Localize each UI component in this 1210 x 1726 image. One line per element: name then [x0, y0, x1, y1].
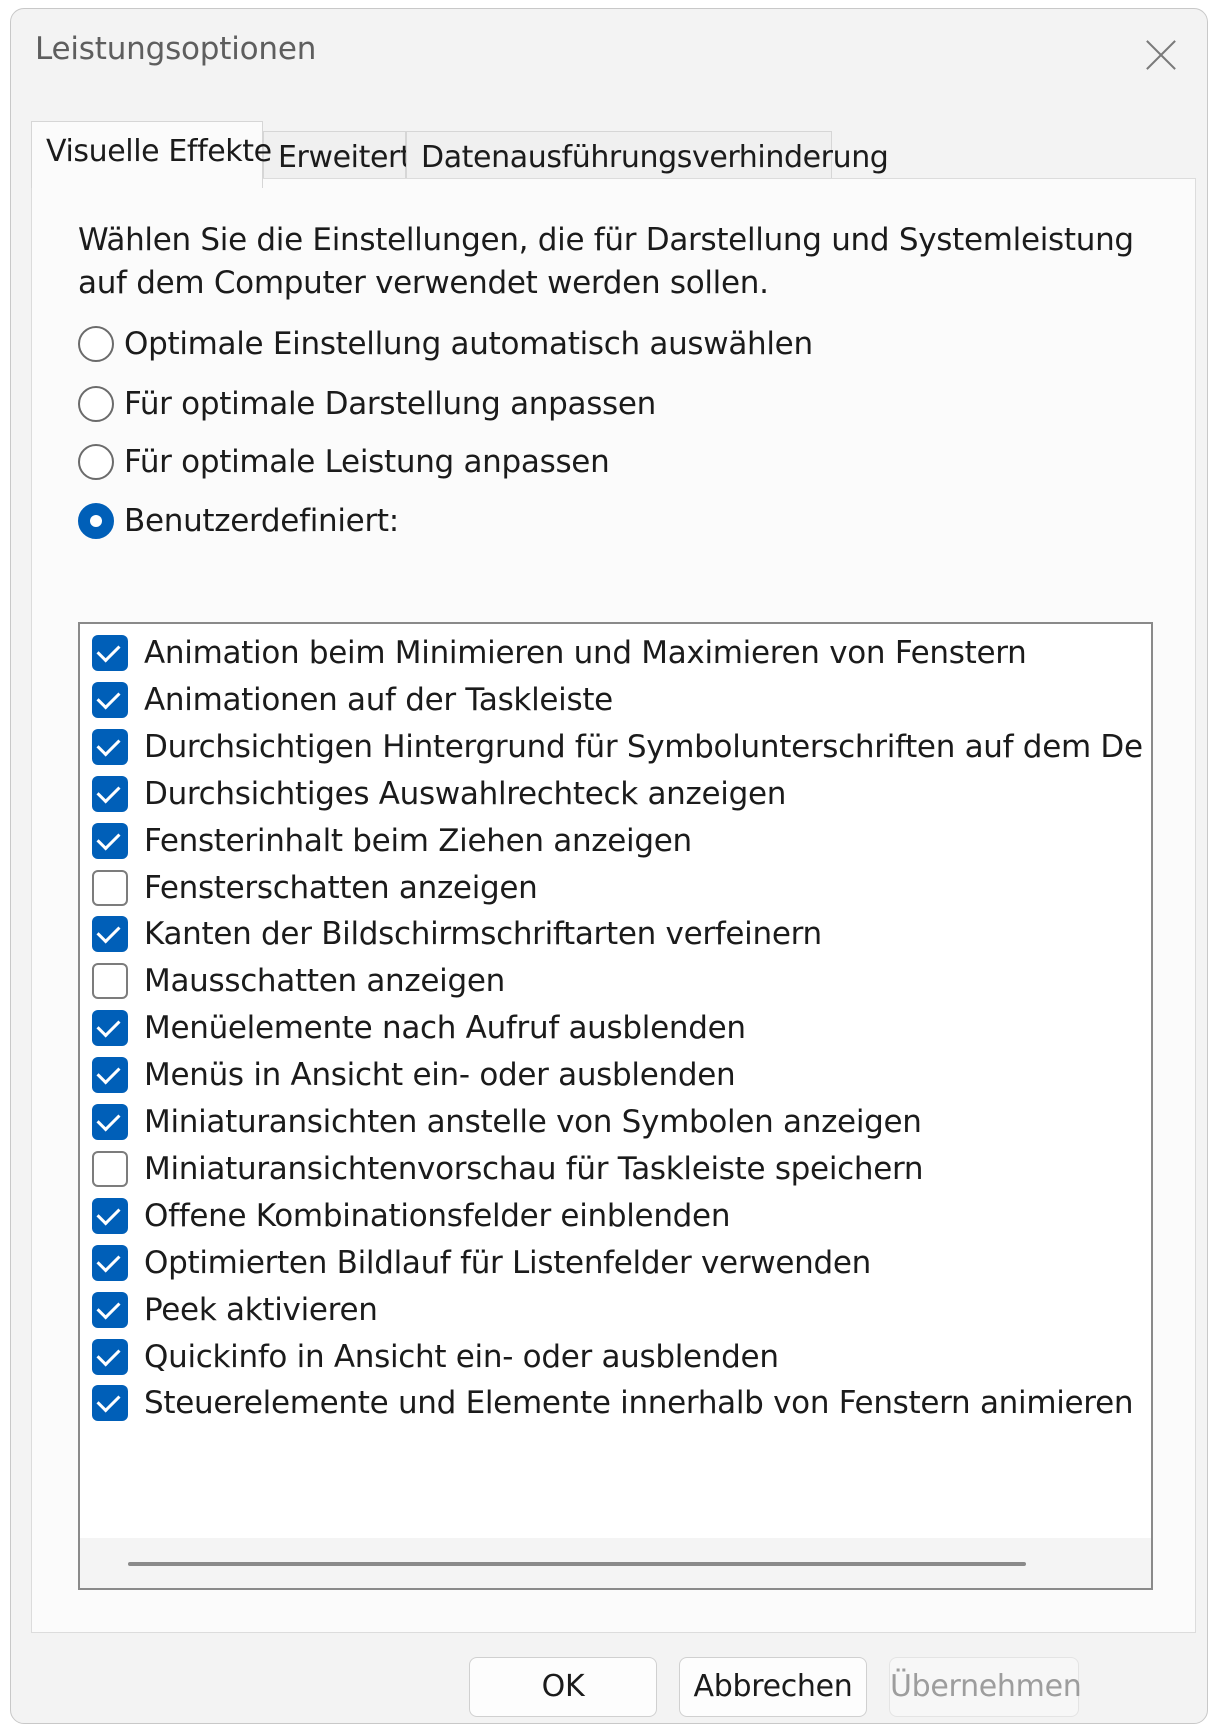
effect-item[interactable]: Miniaturansichten anstelle von Symbolen … [92, 1099, 922, 1145]
effect-item[interactable]: Kanten der Bildschirmschriftarten verfei… [92, 911, 822, 957]
effect-label: Offene Kombinationsfelder einblenden [144, 1197, 731, 1234]
effect-label: Kanten der Bildschirmschriftarten verfei… [144, 916, 822, 953]
radio-label: Für optimale Leistung anpassen [124, 444, 610, 480]
effect-item[interactable]: Fensterinhalt beim Ziehen anzeigen [92, 818, 692, 864]
radio-button[interactable] [78, 386, 114, 422]
effect-item[interactable]: Menüs in Ansicht ein- oder ausblenden [92, 1052, 736, 1098]
checkbox-unchecked[interactable] [92, 1150, 128, 1187]
radio-auto[interactable]: Optimale Einstellung automatisch auswähl… [78, 322, 813, 366]
effect-item[interactable]: Quickinfo in Ansicht ein- oder ausblende… [92, 1334, 779, 1380]
radio-custom[interactable]: Benutzerdefiniert: [78, 499, 399, 543]
close-icon[interactable] [1141, 35, 1181, 75]
checkbox-checked[interactable] [92, 728, 128, 765]
effect-item[interactable]: Animation beim Minimieren und Maximieren… [92, 630, 1027, 676]
performance-options-dialog: Leistungsoptionen Visuelle Effekte Erwei… [10, 8, 1208, 1724]
apply-button[interactable]: Übernehmen [889, 1657, 1082, 1717]
effect-label: Menüelemente nach Aufruf ausblenden [144, 1010, 746, 1047]
effect-item[interactable]: Durchsichtiges Auswahlrechteck anzeigen [92, 771, 786, 817]
checkbox-checked[interactable] [92, 1291, 128, 1328]
effect-label: Fensterinhalt beim Ziehen anzeigen [144, 822, 692, 859]
effect-label: Optimierten Bildlauf für Listenfelder ve… [144, 1244, 871, 1281]
window-title: Leistungsoptionen [35, 31, 317, 67]
effect-item[interactable]: Miniaturansichtenvorschau für Taskleiste… [92, 1146, 924, 1192]
effect-label: Quickinfo in Ansicht ein- oder ausblende… [144, 1338, 779, 1375]
checkbox-checked[interactable] [92, 1057, 128, 1094]
checkbox-checked[interactable] [92, 635, 128, 671]
checkbox-checked[interactable] [92, 681, 128, 718]
checkbox-checked[interactable] [92, 822, 128, 859]
checkbox-checked[interactable] [92, 916, 128, 953]
radio-best-appearance[interactable]: Für optimale Darstellung anpassen [78, 382, 656, 426]
radio-best-performance[interactable]: Für optimale Leistung anpassen [78, 440, 610, 484]
radio-label: Benutzerdefiniert: [124, 503, 399, 539]
radio-label: Optimale Einstellung automatisch auswähl… [124, 326, 813, 362]
effect-label: Animation beim Minimieren und Maximieren… [144, 635, 1027, 671]
effect-item[interactable]: Peek aktivieren [92, 1287, 378, 1333]
scrollbar-thumb[interactable] [128, 1562, 1026, 1566]
horizontal-scrollbar[interactable] [80, 1538, 1151, 1588]
effect-label: Fensterschatten anzeigen [144, 869, 538, 906]
description-text: Wählen Sie die Einstellungen, die für Da… [78, 222, 1134, 301]
effect-item[interactable]: Optimierten Bildlauf für Listenfelder ve… [92, 1240, 871, 1286]
effect-label: Steuerelemente und Elemente innerhalb vo… [144, 1385, 1134, 1422]
radio-button[interactable] [78, 444, 114, 480]
effect-item[interactable]: Durchsichtigen Hintergrund für Symbolunt… [92, 724, 1143, 770]
effect-item[interactable]: Fensterschatten anzeigen [92, 865, 538, 911]
effect-item[interactable]: Mausschatten anzeigen [92, 958, 505, 1004]
effect-item[interactable]: Offene Kombinationsfelder einblenden [92, 1193, 730, 1239]
effect-label: Peek aktivieren [144, 1291, 378, 1328]
checkbox-checked[interactable] [92, 1385, 128, 1422]
effect-label: Miniaturansichten anstelle von Symbolen … [144, 1104, 922, 1140]
effect-item[interactable]: Steuerelemente und Elemente innerhalb vo… [92, 1380, 1133, 1426]
effect-label: Menüs in Ansicht ein- oder ausblenden [144, 1057, 736, 1094]
checkbox-unchecked[interactable] [92, 963, 128, 1000]
cancel-button[interactable]: Abbrechen [679, 1657, 867, 1717]
effect-label: Miniaturansichtenvorschau für Taskleiste… [144, 1150, 924, 1187]
ok-button[interactable]: OK [469, 1657, 657, 1717]
checkbox-checked[interactable] [92, 775, 128, 812]
checkbox-checked[interactable] [92, 1010, 128, 1047]
effect-item[interactable]: Menüelemente nach Aufruf ausblenden [92, 1005, 746, 1051]
tab-visual-effects[interactable]: Visuelle Effekte [31, 121, 272, 188]
checkbox-checked[interactable] [92, 1104, 128, 1140]
effect-label: Durchsichtigen Hintergrund für Symbolunt… [144, 728, 1143, 765]
effect-label: Animationen auf der Taskleiste [144, 681, 613, 718]
checkbox-checked[interactable] [92, 1338, 128, 1375]
effect-label: Mausschatten anzeigen [144, 963, 505, 1000]
effect-item[interactable]: Animationen auf der Taskleiste [92, 677, 613, 723]
effects-listbox[interactable]: Animation beim Minimieren und Maximieren… [78, 622, 1153, 1590]
checkbox-unchecked[interactable] [92, 869, 128, 906]
radio-button[interactable] [78, 326, 114, 362]
checkbox-checked[interactable] [92, 1197, 128, 1234]
radio-label: Für optimale Darstellung anpassen [124, 386, 657, 422]
effect-label: Durchsichtiges Auswahlrechteck anzeigen [144, 775, 787, 812]
radio-button-selected[interactable] [78, 503, 114, 539]
checkbox-checked[interactable] [92, 1244, 128, 1281]
visual-effects-panel: Wählen Sie die Einstellungen, die für Da… [31, 178, 1196, 1633]
